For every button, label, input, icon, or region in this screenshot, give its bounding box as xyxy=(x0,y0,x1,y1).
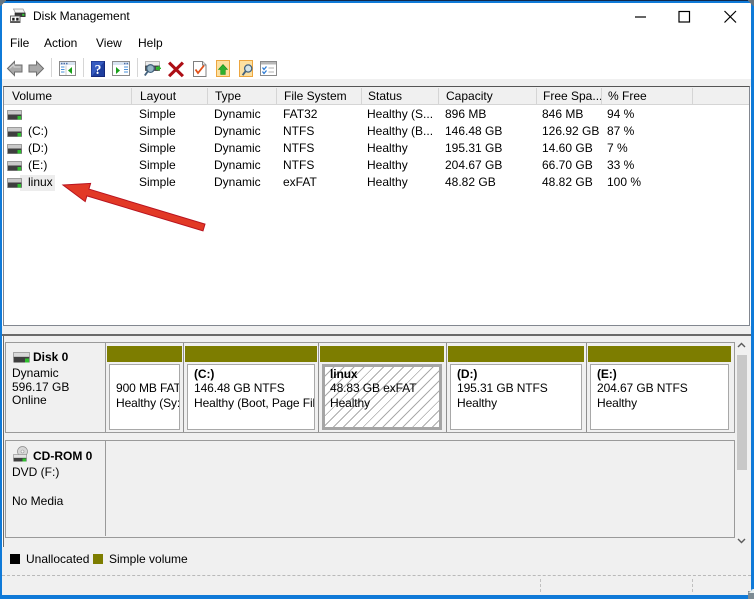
svg-text:?: ? xyxy=(95,62,102,77)
